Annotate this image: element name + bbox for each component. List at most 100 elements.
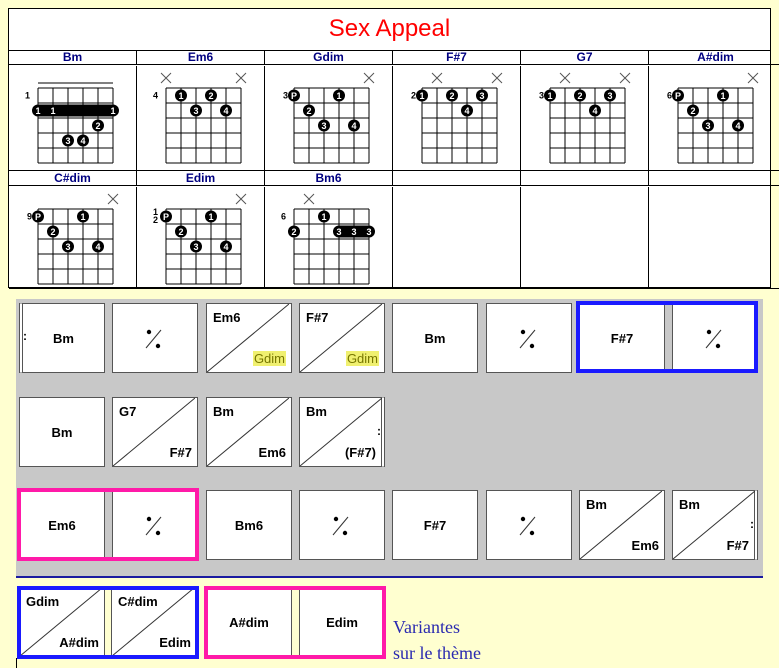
muted-string-icon (559, 72, 571, 84)
chord-diagram-svg: 11 1 123 4 (25, 82, 119, 164)
measure[interactable]: F#7 (392, 490, 478, 560)
finger-number: 4 (223, 242, 228, 252)
chord-diagrams-table: Sex Appeal Bm 1 1 1 1 2 3 4 Em6 4 1 2 3 4 Gdim 3 P 1 2 3 4 F#… (8, 8, 779, 289)
chord-diagram-svg: 2 1 2 34 (411, 72, 503, 164)
repeat-sign: : (750, 517, 754, 531)
song-title: Sex Appeal (9, 9, 770, 51)
repeat-measure[interactable] (112, 303, 198, 373)
finger-number: 3 (65, 242, 70, 252)
second-chord-label: F#7 (726, 538, 749, 553)
muted-string-icon (747, 72, 759, 84)
split-measure[interactable]: Bm Em6 (206, 397, 292, 467)
variants-label-line-2: sur le thème (393, 643, 481, 663)
chord-diagram-svg: 3 1 2 34 (539, 72, 631, 164)
chord-diagram: 9P 1 23 4 (9, 187, 137, 289)
fret-number: 3 (283, 91, 288, 101)
finger-number: 3 (336, 227, 341, 237)
chord-name-header: Em6 (137, 50, 265, 65)
first-chord-label: Bm (679, 497, 700, 512)
finger-number: 2 (208, 91, 213, 101)
repeat-measure[interactable] (486, 490, 572, 560)
measure[interactable]: Bm: (19, 303, 105, 373)
muted-string-icon (363, 72, 375, 84)
chord-label: Bm (53, 331, 74, 346)
finger-number: 3 (193, 242, 198, 252)
chord-name-header: Bm (9, 50, 137, 65)
muted-string-icon (431, 72, 443, 84)
finger-number: 1 (110, 106, 115, 116)
split-measure[interactable]: Bm F#7: (672, 490, 758, 560)
fret-number: 1 (25, 91, 30, 101)
chord-diagram-svg: 3 P 123 4 (283, 72, 375, 164)
variants-label: Variantes sur le thème (393, 614, 481, 666)
finger-number: 2 (95, 121, 100, 131)
repeat-measure[interactable] (299, 490, 385, 560)
finger-number: 1 (35, 106, 40, 116)
finger-number: 2 (449, 91, 454, 101)
fret-number: 3 (539, 91, 544, 101)
chord-diagram: 3P1234 (265, 66, 393, 171)
finger-number: 1 (178, 91, 183, 101)
first-chord-label: Bm (306, 404, 327, 419)
chord-label: Bm6 (234, 518, 264, 533)
muted-string-icon (303, 193, 315, 205)
chord-name-header: Bm6 (265, 171, 393, 186)
finger-number: 1 (419, 91, 424, 101)
finger-number: 1 (336, 91, 341, 101)
measure[interactable]: Bm (19, 397, 105, 467)
chord-name-header: F#7 (393, 50, 521, 65)
finger-number: 1 (50, 106, 55, 116)
finger-number: 2 (306, 106, 311, 116)
finger-number: P (675, 91, 681, 101)
finger-number: 4 (223, 106, 228, 116)
first-chord-label: G7 (119, 404, 137, 419)
first-chord-label: Em6 (213, 310, 241, 325)
finger-number: 4 (464, 106, 469, 116)
fret-number: 2 (411, 91, 416, 101)
split-measure[interactable]: Em6 Gdim (206, 303, 292, 373)
finger-number: 2 (50, 227, 55, 237)
barre (32, 104, 119, 117)
first-chord-label: F#7 (306, 310, 329, 325)
chord-name-header (393, 171, 521, 186)
finger-number: 3 (351, 227, 356, 237)
finger-number: P (35, 212, 41, 222)
repeat-measure[interactable] (486, 303, 572, 373)
finger-number: 1 (547, 91, 552, 101)
finger-number: 4 (735, 121, 740, 131)
chord-name-header: Gdim (265, 50, 393, 65)
muted-string-icon (235, 72, 247, 84)
repeat-icon (519, 329, 536, 349)
chord-diagram-svg: 63 3 312 (281, 193, 375, 285)
chord-diagram-svg: 4 1 23 4 (153, 72, 247, 164)
finger-number: P (291, 91, 297, 101)
finger-number: 2 (178, 227, 183, 237)
chord-name-header (521, 171, 649, 186)
finger-number: P (163, 212, 169, 222)
split-measure[interactable]: F#7 Gdim (299, 303, 385, 373)
finger-number: 2 (291, 227, 296, 237)
fret-number: 2 (153, 215, 158, 225)
finger-number: 3 (366, 227, 371, 237)
finger-number: 4 (80, 136, 85, 146)
finger-number: 2 (690, 106, 695, 116)
chord-label: F#7 (423, 518, 447, 533)
split-measure[interactable]: G7 F#7 (112, 397, 198, 467)
empty-chord-cell (521, 187, 649, 289)
chord-diagram: 4 1 23 4 (137, 66, 265, 171)
finger-number: 1 (208, 212, 213, 222)
text-cursor (16, 658, 17, 668)
highlight-box-blue (576, 301, 758, 373)
finger-number: 1 (80, 212, 85, 222)
muted-string-icon (107, 193, 119, 205)
fret-number: 6 (667, 91, 672, 101)
repeat-sign: : (377, 424, 381, 438)
measure[interactable]: Bm6 (206, 490, 292, 560)
empty-chord-cell (649, 187, 779, 289)
second-chord-label: Em6 (631, 538, 659, 553)
split-measure[interactable]: Bm (F#7): (299, 397, 385, 467)
measure[interactable]: Bm (392, 303, 478, 373)
chord-name-header: C#dim (9, 171, 137, 186)
split-measure[interactable]: Bm Em6 (579, 490, 665, 560)
muted-string-icon (491, 72, 503, 84)
